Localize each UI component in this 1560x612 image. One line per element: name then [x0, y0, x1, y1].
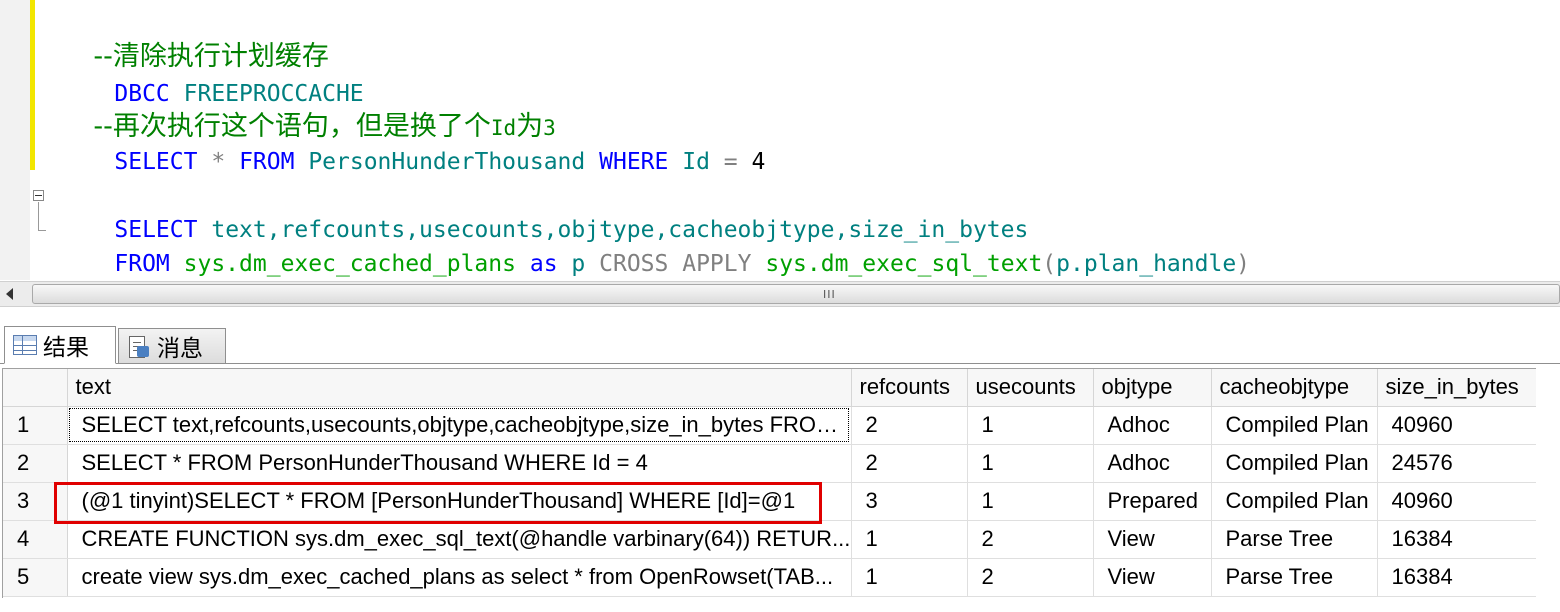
cell-objtype[interactable]: Adhoc [1093, 444, 1212, 483]
scrollbar-thumb[interactable]: III [32, 284, 1560, 304]
cell-text[interactable]: SELECT * FROM PersonHunderThousand WHERE… [67, 444, 852, 483]
code-line-7: FROM sys.dm_exec_cached_plans as p CROSS… [59, 213, 1250, 277]
column-header-text[interactable]: text [67, 369, 852, 407]
results-table: text refcounts usecounts objtype cacheob… [3, 369, 1536, 597]
tab-results-label: 结果 [43, 335, 89, 361]
cell-text[interactable]: CREATE FUNCTION sys.dm_exec_sql_text(@ha… [67, 520, 852, 559]
sql-alias: p [571, 251, 586, 277]
cell-refcounts[interactable]: 2 [851, 444, 968, 483]
sql-number: 4 [751, 149, 766, 175]
column-header-cacheobjtype[interactable]: cacheobjtype [1211, 369, 1378, 407]
results-tab-bar: 结果 消息 [0, 308, 1560, 364]
sql-operator: = [723, 149, 738, 175]
sql-paren: ) [1236, 251, 1251, 277]
table-row[interactable]: 1 SELECT text,refcounts,usecounts,objtyp… [3, 406, 1536, 445]
sql-object: PersonHunderThousand [308, 149, 586, 175]
scrollbar-grip: III [823, 288, 836, 301]
row-number[interactable]: 5 [3, 558, 68, 597]
sql-system-view: sys.dm_exec_cached_plans [183, 251, 516, 277]
row-number[interactable]: 2 [3, 444, 68, 483]
row-number[interactable]: 4 [3, 520, 68, 559]
column-header-usecounts[interactable]: usecounts [967, 369, 1094, 407]
cell-size-in-bytes[interactable]: 40960 [1377, 406, 1536, 445]
cell-cacheobjtype[interactable]: Compiled Plan [1211, 444, 1378, 483]
code-line-4: SELECT * FROM PersonHunderThousand WHERE… [59, 111, 765, 175]
cell-objtype[interactable]: View [1093, 558, 1212, 597]
change-indicator-bar [30, 0, 35, 170]
sql-keyword: SELECT [114, 149, 198, 175]
cell-objtype[interactable]: Prepared [1093, 482, 1212, 521]
header-row: text refcounts usecounts objtype cacheob… [3, 369, 1536, 407]
fold-guide-end [38, 230, 46, 231]
sql-argument: p.plan_handle [1056, 251, 1237, 277]
editor-horizontal-scrollbar[interactable]: III [0, 281, 1560, 307]
editor-gutter [0, 0, 30, 280]
cell-usecounts[interactable]: 1 [967, 482, 1094, 521]
sql-column: Id [682, 149, 710, 175]
tab-messages[interactable]: 消息 [118, 328, 226, 364]
table-row[interactable]: 2 SELECT * FROM PersonHunderThousand WHE… [3, 444, 1536, 483]
sql-operator: * [211, 149, 226, 175]
code-line-1: --清除执行计划缓存 [59, 6, 329, 72]
sql-system-function: sys.dm_exec_sql_text [765, 251, 1043, 277]
tab-messages-label: 消息 [157, 336, 203, 362]
sql-paren: ( [1042, 251, 1057, 277]
cell-size-in-bytes[interactable]: 40960 [1377, 482, 1536, 521]
row-number[interactable]: 1 [3, 406, 68, 445]
cell-refcounts[interactable]: 1 [851, 520, 968, 559]
cell-size-in-bytes[interactable]: 16384 [1377, 558, 1536, 597]
results-grid-icon [13, 335, 37, 355]
code-line-6: SELECT text,refcounts,usecounts,objtype,… [59, 179, 1028, 243]
cell-size-in-bytes[interactable]: 16384 [1377, 520, 1536, 559]
cell-objtype[interactable]: View [1093, 520, 1212, 559]
row-number-header[interactable] [3, 369, 68, 407]
column-header-size-in-bytes[interactable]: size_in_bytes [1377, 369, 1536, 407]
cell-cacheobjtype[interactable]: Parse Tree [1211, 520, 1378, 559]
cell-usecounts[interactable]: 2 [967, 558, 1094, 597]
cell-refcounts[interactable]: 3 [851, 482, 968, 521]
cell-usecounts[interactable]: 1 [967, 406, 1094, 445]
cell-text[interactable]: SELECT text,refcounts,usecounts,objtype,… [67, 406, 852, 445]
sql-keyword: FROM [239, 149, 295, 175]
column-header-objtype[interactable]: objtype [1093, 369, 1212, 407]
sql-keyword: FROM [114, 251, 170, 277]
sql-keyword: WHERE [599, 149, 669, 175]
fold-guide-line [38, 202, 39, 230]
sql-operator: APPLY [682, 251, 752, 277]
table-row[interactable]: 4 CREATE FUNCTION sys.dm_exec_sql_text(@… [3, 520, 1536, 559]
cell-text[interactable]: (@1 tinyint)SELECT * FROM [PersonHunderT… [67, 482, 852, 521]
cell-usecounts[interactable]: 1 [967, 444, 1094, 483]
cell-cacheobjtype[interactable]: Compiled Plan [1211, 406, 1378, 445]
collapse-toggle-icon[interactable] [33, 190, 44, 201]
table-row[interactable]: 5 create view sys.dm_exec_cached_plans a… [3, 558, 1536, 597]
row-number[interactable]: 3 [3, 482, 68, 521]
results-grid[interactable]: text refcounts usecounts objtype cacheob… [2, 368, 1536, 598]
cell-objtype[interactable]: Adhoc [1093, 406, 1212, 445]
tab-results[interactable]: 结果 [4, 326, 116, 364]
scroll-left-arrow-icon[interactable] [6, 288, 13, 300]
cell-usecounts[interactable]: 2 [967, 520, 1094, 559]
cell-refcounts[interactable]: 2 [851, 406, 968, 445]
cell-cacheobjtype[interactable]: Parse Tree [1211, 558, 1378, 597]
code-line-3: --再次执行这个语句，但是换了个Id为3 [59, 76, 555, 142]
code-line-2: DBCC FREEPROCCACHE [59, 43, 363, 107]
sql-editor[interactable]: --清除执行计划缓存 DBCC FREEPROCCACHE --再次执行这个语句… [0, 0, 1560, 280]
sql-keyword: as [529, 251, 558, 277]
cell-size-in-bytes[interactable]: 24576 [1377, 444, 1536, 483]
table-row[interactable]: 3 (@1 tinyint)SELECT * FROM [PersonHunde… [3, 482, 1536, 521]
sql-operator: CROSS [599, 251, 669, 277]
cell-text[interactable]: create view sys.dm_exec_cached_plans as … [67, 558, 852, 597]
cell-refcounts[interactable]: 1 [851, 558, 968, 597]
messages-icon [127, 336, 151, 358]
cell-cacheobjtype[interactable]: Compiled Plan [1211, 482, 1378, 521]
column-header-refcounts[interactable]: refcounts [851, 369, 968, 407]
